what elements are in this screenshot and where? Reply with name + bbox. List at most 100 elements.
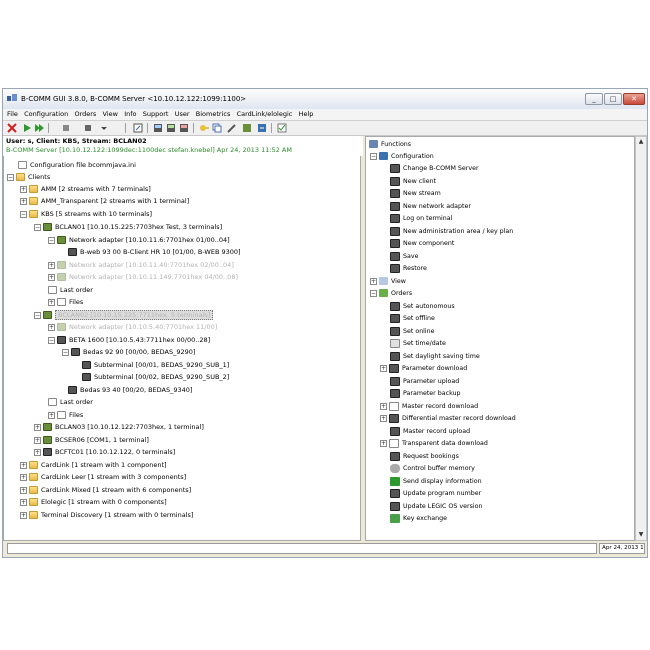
- card-icon[interactable]: [242, 123, 252, 133]
- function-change-server[interactable]: Change B-COMM Server: [390, 163, 479, 174]
- function-set-online[interactable]: Set online: [390, 326, 435, 337]
- expand-icon[interactable]: +: [34, 448, 41, 456]
- function-new-stream[interactable]: New stream: [390, 188, 441, 199]
- function-set-time-date[interactable]: Set time/date: [390, 338, 446, 349]
- tree-item-subterminal[interactable]: Subterminal [00/01, BEDAS_9290_SUB_1]: [82, 360, 229, 371]
- terminal-icon[interactable]: [153, 123, 163, 133]
- function-master-record-download[interactable]: + Master record download: [380, 401, 478, 412]
- menu-orders[interactable]: Orders: [74, 109, 96, 120]
- expand-icon[interactable]: +: [34, 423, 41, 431]
- tree-item-bclan02[interactable]: − BCLAN02 [10.10.15.225:7711hex, 5 termin…: [34, 310, 214, 321]
- function-parameter-download[interactable]: + Parameter download: [380, 363, 467, 374]
- expand-icon[interactable]: +: [380, 414, 387, 422]
- expand-icon[interactable]: +: [34, 436, 41, 444]
- tree-item-elolegic[interactable]: + Elolegic [1 stream with 0 components]: [20, 497, 167, 508]
- function-new-component[interactable]: New component: [390, 238, 454, 249]
- function-parameter-upload[interactable]: Parameter upload: [390, 376, 459, 387]
- record-icon[interactable]: [83, 123, 93, 133]
- tree-item-last-order[interactable]: Last order: [48, 397, 93, 408]
- close-button[interactable]: ✕: [623, 93, 645, 105]
- expand-icon[interactable]: +: [48, 323, 55, 331]
- functions-view[interactable]: + View: [370, 276, 406, 287]
- expand-icon[interactable]: +: [380, 439, 387, 447]
- collapse-icon[interactable]: −: [370, 289, 377, 297]
- pause-icon[interactable]: [61, 123, 71, 133]
- function-key-exchange[interactable]: Key exchange: [390, 513, 447, 524]
- collapse-icon[interactable]: −: [20, 210, 27, 218]
- tree-item-clients[interactable]: − Clients: [7, 172, 50, 183]
- tree-item-amm[interactable]: + AMM [2 streams with 7 terminals]: [20, 184, 151, 195]
- play-all-icon[interactable]: [34, 123, 44, 133]
- tree-item-bweb[interactable]: B-web 93 00 B-Client HR 10 [01/00, B-WEB…: [68, 247, 241, 258]
- key-icon[interactable]: [199, 123, 209, 133]
- expand-icon[interactable]: +: [48, 273, 55, 281]
- function-send-display-info[interactable]: Send display information: [390, 476, 482, 487]
- dropdown-icon[interactable]: [99, 123, 109, 133]
- menu-file[interactable]: File: [7, 109, 18, 120]
- function-new-admin-area[interactable]: New administration area / key plan: [390, 226, 513, 237]
- collapse-icon[interactable]: −: [7, 173, 14, 181]
- tree-item-last-order[interactable]: Last order: [48, 285, 93, 296]
- menu-user[interactable]: User: [175, 109, 190, 120]
- functions-orders[interactable]: − Orders: [370, 288, 412, 299]
- menu-view[interactable]: View: [103, 109, 118, 120]
- tree-item-bcser06[interactable]: + BCSER06 [COM1, 1 terminal]: [34, 435, 149, 446]
- function-parameter-backup[interactable]: Parameter backup: [390, 388, 461, 399]
- collapse-icon[interactable]: −: [370, 152, 377, 160]
- function-request-bookings[interactable]: Request bookings: [390, 451, 459, 462]
- function-log-on-terminal[interactable]: Log on terminal: [390, 213, 452, 224]
- function-update-program-number[interactable]: Update program number: [390, 488, 481, 499]
- functions-configuration[interactable]: − Configuration: [370, 151, 434, 162]
- expand-icon[interactable]: +: [20, 498, 27, 506]
- tree-item-cardlink-mixed[interactable]: + CardLink Mixed [1 stream with 6 compone…: [20, 485, 191, 496]
- function-new-network-adapter[interactable]: New network adapter: [390, 201, 471, 212]
- pencil-icon[interactable]: [227, 123, 237, 133]
- expand-icon[interactable]: +: [20, 511, 27, 519]
- function-transparent-data-download[interactable]: + Transparent data download: [380, 438, 488, 449]
- expand-icon[interactable]: +: [380, 402, 387, 410]
- tree-item-cardlink[interactable]: + CardLink [1 stream with 1 component]: [20, 460, 167, 471]
- expand-icon[interactable]: +: [48, 261, 55, 269]
- tree-item-files[interactable]: + Files: [48, 410, 83, 421]
- collapse-icon[interactable]: −: [48, 336, 55, 344]
- expand-icon[interactable]: +: [370, 277, 377, 285]
- play-icon[interactable]: [22, 123, 32, 133]
- terminal-alt-icon[interactable]: [166, 123, 176, 133]
- scroll-up-icon[interactable]: ▲: [636, 137, 646, 147]
- menu-configuration[interactable]: Configuration: [24, 109, 68, 120]
- function-new-client[interactable]: New client: [390, 176, 436, 187]
- function-set-autonomous[interactable]: Set autonomous: [390, 301, 455, 312]
- terminal-red-icon[interactable]: [179, 123, 189, 133]
- functions-tree[interactable]: Functions − Configuration Change B-COMM S…: [365, 136, 635, 541]
- functions-root[interactable]: Functions: [369, 139, 411, 150]
- nfc-icon[interactable]: [257, 123, 267, 133]
- tree-item-network-adapter-inactive[interactable]: + Network adapter [10.10.5.40:7701hex 11/…: [48, 322, 217, 333]
- function-save[interactable]: Save: [390, 251, 418, 262]
- tree-item-network-adapter-inactive[interactable]: + Network adapter [10.10.11.149:7701hex 0…: [48, 272, 238, 283]
- collapse-icon[interactable]: −: [34, 311, 41, 319]
- tree-item-terminal-discovery[interactable]: + Terminal Discovery [1 stream with 0 ter…: [20, 510, 193, 521]
- tree-item-amm-transparent[interactable]: + AMM_Transparent [2 streams with 1 termi…: [20, 196, 189, 207]
- tree-item-bclan03[interactable]: + BCLAN03 [10.10.12.122:7703hex, 1 termin…: [34, 422, 204, 433]
- expand-icon[interactable]: +: [20, 473, 27, 481]
- tree-item-kbs[interactable]: − KBS [5 streams with 10 terminals]: [20, 209, 152, 220]
- collapse-icon[interactable]: −: [34, 223, 41, 231]
- tree-item-bcftc01[interactable]: + BCFTC01 [10.10.12.122, 0 terminals]: [34, 447, 175, 458]
- expand-icon[interactable]: +: [48, 298, 55, 306]
- function-restore[interactable]: Restore: [390, 263, 427, 274]
- scroll-down-icon[interactable]: ▼: [636, 530, 646, 540]
- function-update-legic-os[interactable]: Update LEGIC OS version: [390, 501, 482, 512]
- menu-support[interactable]: Support: [143, 109, 169, 120]
- expand-icon[interactable]: +: [48, 411, 55, 419]
- check-icon[interactable]: [277, 123, 287, 133]
- maximize-button[interactable]: □: [604, 93, 622, 105]
- function-set-offline[interactable]: Set offline: [390, 313, 435, 324]
- expand-icon[interactable]: +: [20, 461, 27, 469]
- tree-item-files[interactable]: + Files: [48, 297, 83, 308]
- minimize-button[interactable]: _: [585, 93, 603, 105]
- menu-biometrics[interactable]: Biometrics: [196, 109, 231, 120]
- tree-item-network-adapter-inactive[interactable]: + Network adapter [10.10.11.40:7701hex 02…: [48, 260, 234, 271]
- expand-icon[interactable]: +: [20, 185, 27, 193]
- client-tree[interactable]: Configuration file bcommjava.ini − Client…: [3, 156, 361, 541]
- function-control-buffer-memory[interactable]: Control buffer memory: [390, 463, 475, 474]
